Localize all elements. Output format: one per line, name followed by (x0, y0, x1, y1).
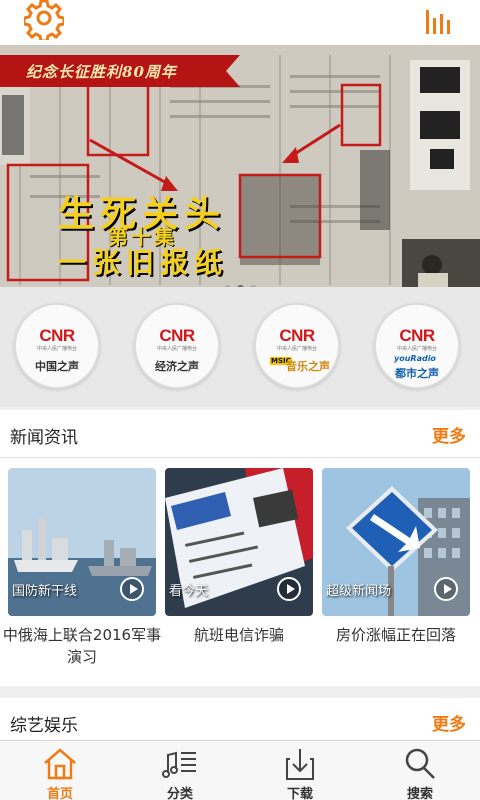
cnr-logo-sub: 中央人民广播电台 (36, 346, 77, 352)
variety-section-header: 综艺娱乐 更多 (0, 698, 480, 746)
app-screen: 纪念长征胜利80周年 生死关头 第十集 一张旧报纸 CNR 中央人民广播电台 中… (0, 0, 480, 800)
channel-economy-voice[interactable]: CNR 中央人民广播电台 经济之声 (134, 303, 220, 389)
card-caption[interactable]: 航班电信诈骗 (159, 624, 319, 646)
cnr-logo: CNR (399, 326, 435, 345)
channel-list: CNR 中央人民广播电台 中国之声 CNR 中央人民广播电台 经济之声 CNR … (0, 287, 480, 407)
nav-home[interactable]: 首页 (0, 741, 120, 800)
cnr-logo-sub: 中央人民广播电台 (276, 346, 317, 352)
card-tag: 国防新干线 (12, 584, 78, 599)
bottom-nav: 首页 分类 下载 搜索 (0, 740, 480, 800)
search-icon (405, 748, 435, 779)
download-icon (286, 749, 314, 780)
card-caption[interactable]: 中俄海上联合2016军事演习 (2, 624, 162, 668)
nav-label: 下载 (286, 787, 313, 800)
card-tag: 超级新闻场 (326, 584, 392, 599)
home-icon (44, 748, 76, 780)
top-bar (0, 0, 480, 45)
nav-download[interactable]: 下载 (240, 741, 360, 800)
nav-category[interactable]: 分类 (120, 741, 240, 800)
cnr-logo: CNR (159, 326, 195, 345)
section-title: 新闻资讯 (10, 428, 78, 448)
channel-name: 都市之声 (395, 367, 439, 380)
banner-ribbon-text: 纪念长征胜利80周年 (26, 63, 177, 81)
carousel-dots[interactable] (0, 277, 480, 292)
nav-label: 分类 (166, 787, 193, 800)
channel-city-voice[interactable]: CNR 中央人民广播电台 youRadio 都市之声 (374, 303, 460, 389)
more-link[interactable]: 更多 (432, 710, 466, 735)
nav-search[interactable]: 搜索 (360, 741, 480, 800)
cnr-logo-sub: 中央人民广播电台 (396, 346, 437, 352)
news-cards: 国防新干线 看今天 超级新闻场 中俄海上联合2016军事演习 航班电信诈骗 房价… (0, 458, 480, 686)
news-section-header: 新闻资讯 更多 (0, 410, 480, 458)
card-tag: 看今天 (169, 584, 209, 599)
cnr-logo: CNR (39, 326, 75, 345)
gear-icon[interactable] (24, 0, 64, 40)
youradio-tag: youRadio (394, 354, 436, 363)
cnr-logo: CNR (279, 326, 315, 345)
news-card[interactable]: 超级新闻场 (322, 468, 470, 616)
audio-bars-icon[interactable] (424, 6, 456, 36)
channel-china-voice[interactable]: CNR 中央人民广播电台 中国之声 (14, 303, 100, 389)
play-icon[interactable] (277, 577, 301, 601)
more-link[interactable]: 更多 (432, 422, 466, 447)
banner-subtitle: 一张旧报纸 (58, 246, 229, 279)
channel-music-voice[interactable]: CNR 中央人民广播电台 MSIC 音乐之声 (254, 303, 340, 389)
cnr-logo-sub: 中央人民广播电台 (156, 346, 197, 352)
play-icon[interactable] (434, 577, 458, 601)
news-card[interactable]: 看今天 (165, 468, 313, 616)
news-card[interactable]: 国防新干线 (8, 468, 156, 616)
channel-name: 经济之声 (155, 360, 199, 373)
music-list-icon (162, 751, 196, 778)
channel-name: 中国之声 (35, 360, 79, 373)
card-caption[interactable]: 房价涨幅正在回落 (316, 624, 476, 646)
play-icon[interactable] (120, 577, 144, 601)
banner-carousel[interactable]: 纪念长征胜利80周年 生死关头 第十集 一张旧报纸 (0, 45, 480, 287)
nav-label: 搜索 (406, 787, 433, 800)
channel-name: 音乐之声 (286, 360, 330, 373)
section-title: 综艺娱乐 (10, 716, 78, 736)
nav-label: 首页 (46, 787, 73, 800)
